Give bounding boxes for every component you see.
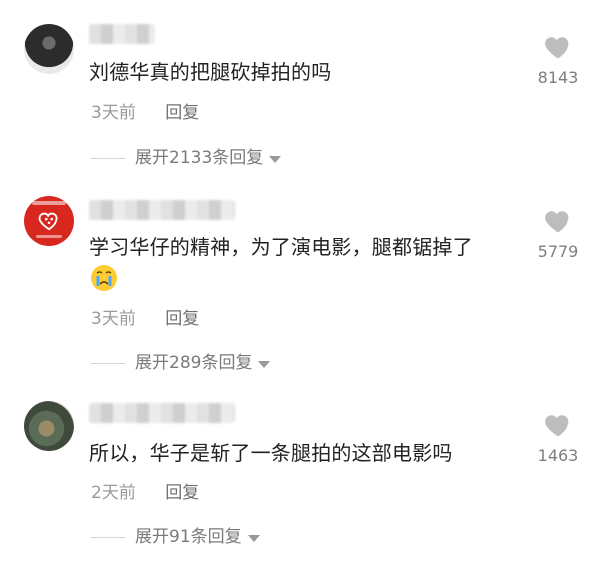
chevron-down-icon: [247, 534, 260, 542]
comment-item: 所以，华子是斩了一条腿拍的这部电影吗 2天前 回复 展开91条回复 1463: [0, 0, 600, 567]
reply-button[interactable]: 回复: [165, 481, 199, 505]
heart-icon: [545, 415, 569, 437]
comment-text: 所以，华子是斩了一条腿拍的这部电影吗: [89, 441, 453, 465]
expand-replies-label[interactable]: 展开91条回复: [135, 525, 242, 549]
like-button[interactable]: 1463: [528, 410, 588, 466]
comment-time: 2天前: [91, 483, 136, 503]
comment-meta: 2天前 回复: [91, 481, 199, 505]
avatar[interactable]: [24, 401, 74, 451]
divider-line: [91, 536, 125, 538]
expand-replies[interactable]: 展开91条回复: [91, 525, 260, 549]
like-count: 1463: [537, 446, 579, 465]
username-blurred[interactable]: [89, 403, 235, 423]
